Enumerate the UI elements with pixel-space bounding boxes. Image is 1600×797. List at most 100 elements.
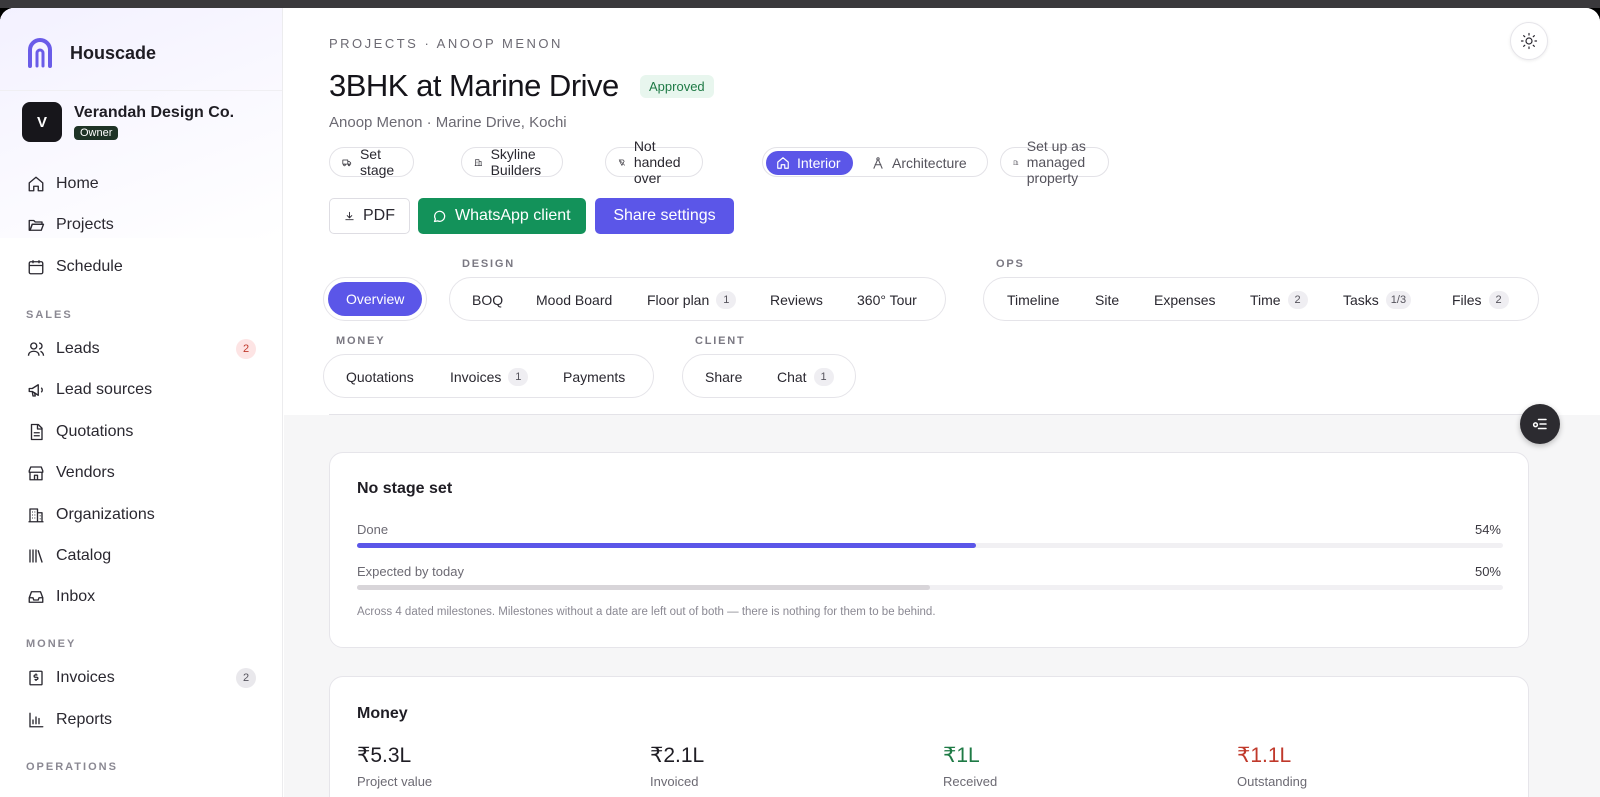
key-off-icon [618,158,626,166]
calendar-icon [26,257,46,277]
theme-toggle-button[interactable] [1510,22,1548,60]
money-value: ₹1.1L [1237,744,1292,767]
sidebar-item-organizations[interactable]: Organizations [26,501,256,529]
sidebar-item-label: Inbox [56,588,96,605]
sidebar-section-operations: OPERATIONS [26,761,118,773]
tab-chat[interactable]: Chat 1 [777,355,834,399]
building-icon [1013,159,1019,165]
money-label: Outstanding [1237,774,1308,789]
done-progress-track [357,543,1503,548]
home-icon [26,174,46,194]
sidebar-item-lead-sources[interactable]: Lead sources [26,376,256,404]
floating-menu-button[interactable] [1520,404,1560,444]
status-badge: Approved [640,75,714,98]
sidebar-item-label: Invoices [56,669,115,686]
leads-count-badge: 2 [236,339,256,359]
expected-value: 50% [1474,564,1501,579]
sidebar-item-projects[interactable]: Projects [26,211,256,239]
tab-overview[interactable]: Overview [328,282,423,316]
tab-label: Files [1452,292,1482,308]
money-value: ₹1L [943,744,980,767]
page-title: 3BHK at Marine Drive [329,68,619,103]
building-icon [474,158,482,166]
tab-expenses[interactable]: Expenses [1154,278,1215,322]
share-settings-button[interactable]: Share settings [595,198,734,234]
tab-group-client: Share Chat 1 [682,354,856,398]
builder-chip[interactable]: Skyline Builders [461,146,563,178]
bar-chart-icon [26,710,46,730]
pdf-button[interactable]: PDF [329,198,410,234]
tab-reviews[interactable]: Reviews [770,278,823,322]
type-interior-option[interactable]: Interior [766,151,853,175]
tab-timeline[interactable]: Timeline [1007,278,1059,322]
stage-card-title: No stage set [357,480,453,497]
org-avatar: V [22,102,62,142]
brand[interactable]: Houscade [26,38,156,68]
tab-group-label-ops: OPS [996,258,1025,270]
money-label: Invoiced [650,774,699,789]
tab-group-label-client: CLIENT [695,335,746,347]
tab-360-tour[interactable]: 360° Tour [857,278,917,322]
folder-open-icon [26,215,46,235]
managed-property-label: Set up as managed property [1026,138,1086,186]
handover-label: Not handed over [633,138,681,186]
tab-payments[interactable]: Payments [563,355,625,399]
sidebar-item-label: Lead sources [56,381,153,398]
sidebar-item-label: Projects [56,216,114,233]
money-label: Received [943,774,998,789]
tab-group-label-design: DESIGN [462,258,515,270]
sidebar-item-inbox[interactable]: Inbox [26,583,256,611]
megaphone-icon [26,380,46,400]
sidebar-item-home[interactable]: Home [26,170,256,198]
tab-site[interactable]: Site [1095,278,1119,322]
tab-tasks[interactable]: Tasks 1/3 [1343,278,1412,322]
money-value: ₹5.3L [357,744,412,767]
app-name: Houscade [70,42,157,63]
document-icon [26,422,46,442]
tab-group-overview: Overview [323,277,427,321]
sidebar-item-schedule[interactable]: Schedule [26,253,256,281]
sidebar-item-catalog[interactable]: Catalog [26,542,256,570]
sidebar-item-reports[interactable]: Reports [26,706,256,734]
invoices-count-badge: 2 [236,668,256,688]
set-stage-button[interactable]: Set stage [329,146,415,178]
done-label: Done [357,522,389,537]
share-settings-label: Share settings [613,207,716,224]
money-value: ₹2.1L [650,744,705,767]
sidebar-item-quotations[interactable]: Quotations [26,418,256,446]
money-card-title: Money [357,705,408,722]
tab-floor-plan[interactable]: Floor plan 1 [647,278,737,322]
type-interior-label: Interior [797,155,841,171]
sidebar-item-leads[interactable]: Leads 2 [26,335,256,363]
tab-group-design: BOQ Mood Board Floor plan 1 Reviews 360°… [449,277,946,321]
tab-share[interactable]: Share [705,355,742,399]
org-switcher[interactable]: V Verandah Design Co. Owner [22,102,234,142]
tab-count-badge: 1 [813,368,834,386]
money-invoiced: ₹2.1L Invoiced [650,743,704,789]
sidebar-item-label: Quotations [56,423,134,440]
tab-time[interactable]: Time 2 [1250,278,1308,322]
managed-property-button[interactable]: Set up as managed property [1000,138,1110,186]
tab-group-ops: Timeline Site Expenses Time 2 Tasks 1/3 … [983,277,1539,321]
sidebar-item-vendors[interactable]: Vendors [26,459,256,487]
inbox-icon [26,587,46,607]
done-progress-fill [357,543,976,548]
handover-chip[interactable]: Not handed over [605,138,703,186]
tab-invoices[interactable]: Invoices 1 [450,355,529,399]
whatsapp-client-button[interactable]: WhatsApp client [418,198,586,234]
type-architecture-label: Architecture [892,155,967,171]
invoice-icon [26,668,46,688]
type-architecture-option[interactable]: Architecture [861,151,979,175]
expected-progress-track [357,585,1503,590]
tab-count-badge: 2 [1287,291,1308,309]
tab-mood-board[interactable]: Mood Board [536,278,612,322]
expected-progress-fill [357,585,930,590]
money-outstanding: ₹1.1L Outstanding [1237,743,1307,789]
sidebar-item-invoices[interactable]: Invoices 2 [26,664,256,692]
tab-count-badge: 1 [716,291,737,309]
tab-files[interactable]: Files 2 [1452,278,1509,322]
tab-boq[interactable]: BOQ [472,278,503,322]
breadcrumb[interactable]: PROJECTS · ANOOP MENON [329,36,563,51]
tab-quotations[interactable]: Quotations [346,355,414,399]
compass-drafting-icon [873,157,883,169]
